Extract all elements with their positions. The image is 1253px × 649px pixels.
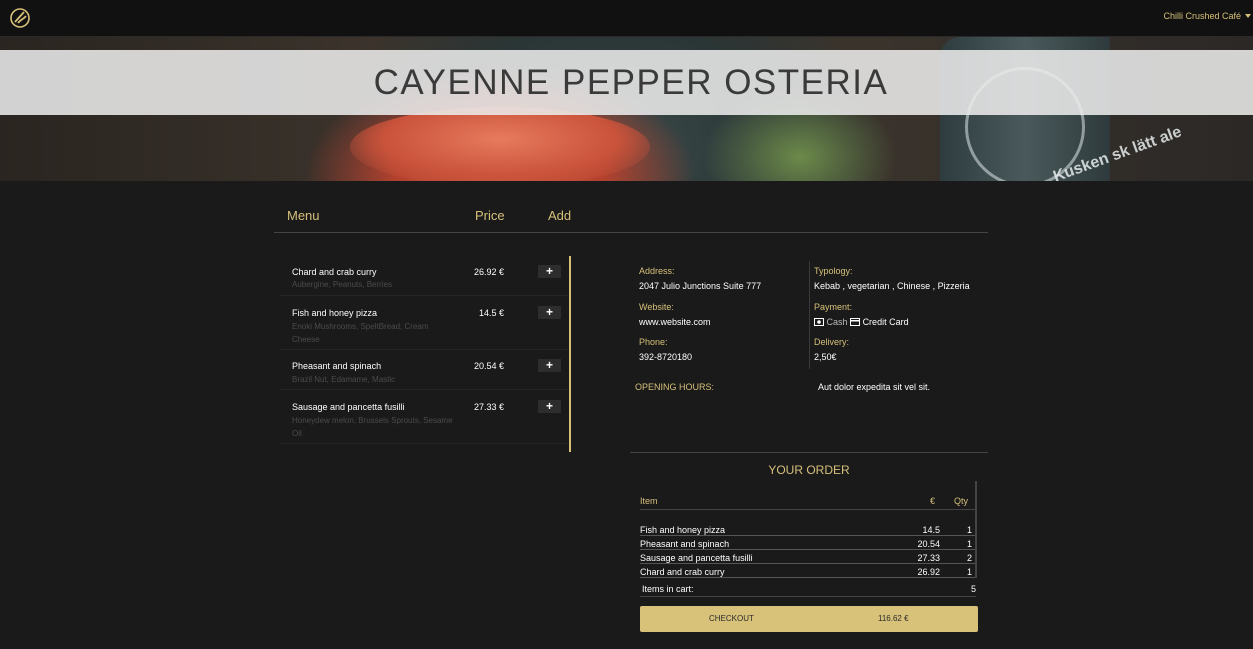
address-value: 2047 Julio Junctions Suite 777	[639, 281, 762, 291]
item-column-header: Item	[640, 496, 658, 506]
order-item-qty: 1	[966, 539, 972, 549]
menu-item: Sausage and pancetta fusilli Honeydew me…	[280, 390, 569, 444]
payment-methods: Cash Credit Card	[814, 317, 909, 327]
credit-card-icon	[850, 318, 861, 326]
user-menu-label: Chilli Crushed Café	[1163, 11, 1241, 21]
caret-down-icon	[1245, 14, 1251, 18]
payment-block: Payment: Cash Credit Card	[814, 302, 909, 327]
restaurant-title: CAYENNE PEPPER OSTERIA	[373, 62, 889, 102]
delivery-label: Delivery:	[814, 337, 850, 347]
order-item-name: Sausage and pancetta fusilli	[640, 553, 753, 563]
typology-label: Typology:	[814, 266, 853, 276]
menu-item-ingredients: Enoki Mushrooms, SpeltBread, Cream Chees…	[292, 322, 429, 344]
menu-item-ingredients: Honeydew melon, Brussels Sprouts, Sesame…	[292, 416, 453, 438]
order-row: Fish and honey pizza 14.5 1	[640, 522, 976, 536]
checkout-button[interactable]: CHECKOUT 116.62 €	[640, 606, 978, 632]
payment-label: Payment:	[814, 302, 853, 312]
menu-item-price: 26.92 €	[473, 267, 504, 277]
delivery-value: 2,50€	[814, 352, 837, 362]
menu-item: Fish and honey pizza Enoki Mushrooms, Sp…	[280, 296, 569, 350]
order-item-price: 14.5	[922, 525, 940, 535]
phone-block: Phone: 392-8720180	[639, 337, 692, 362]
items-in-cart-label: Items in cart:	[642, 584, 694, 594]
typology-block: Typology: Kebab , vegetarian , Chinese ,…	[814, 266, 970, 291]
price-column-header: Price	[475, 208, 505, 223]
website-label: Website:	[639, 302, 674, 312]
order-row: Pheasant and spinach 20.54 1	[640, 536, 976, 550]
payment-cash: Cash	[826, 317, 848, 327]
address-label: Address:	[639, 266, 675, 276]
plus-icon: +	[545, 358, 553, 372]
order-item-name: Pheasant and spinach	[640, 539, 730, 549]
items-in-cart-count: 5	[970, 584, 976, 594]
delivery-block: Delivery: 2,50€	[814, 337, 849, 362]
logo-icon[interactable]	[9, 7, 31, 29]
add-to-order-button[interactable]: +	[538, 265, 561, 278]
plus-icon: +	[545, 399, 553, 413]
order-row: Sausage and pancetta fusilli 27.33 2	[640, 550, 976, 564]
menu-item-name: Pheasant and spinach	[292, 361, 382, 371]
hero-food-decoration	[350, 107, 650, 181]
order-table-header: Item € Qty	[640, 493, 976, 510]
website-block: Website: www.website.com	[639, 302, 711, 327]
plus-icon: +	[545, 305, 553, 319]
order-item-price: 20.54	[917, 539, 940, 549]
qty-column-header: Qty	[953, 496, 968, 506]
menu-item-price: 20.54 €	[473, 361, 504, 371]
order-item-name: Fish and honey pizza	[640, 525, 726, 535]
menu-item-price: 27.33 €	[473, 402, 504, 412]
phone-value: 392-8720180	[639, 352, 693, 362]
checkout-label: CHECKOUT	[709, 614, 754, 623]
order-title: YOUR ORDER	[768, 463, 850, 477]
top-navbar: Chilli Crushed Café	[0, 0, 1253, 37]
menu-item: Pheasant and spinach Brazil Nut, Edamame…	[280, 350, 569, 390]
menu-header: Menu Price Add	[274, 200, 988, 233]
menu-item-ingredients: Brazil Nut, Edamame, Mastic	[292, 375, 396, 384]
user-menu-dropdown[interactable]: Chilli Crushed Café	[1163, 11, 1251, 21]
order-item-price: 26.92	[917, 567, 940, 577]
menu-item-name: Fish and honey pizza	[292, 308, 378, 318]
order-item-name: Chard and crab curry	[640, 567, 725, 577]
typology-value: Kebab , vegetarian , Chinese , Pizzeria	[814, 281, 970, 291]
eur-column-header: €	[929, 496, 935, 506]
add-column-header: Add	[548, 208, 572, 223]
payment-card: Credit Card	[862, 317, 909, 327]
opening-hours-label: OPENING HOURS:	[635, 382, 715, 392]
order-table: Item € Qty Fish and honey pizza 14.5 1 P…	[640, 493, 976, 578]
add-to-order-button[interactable]: +	[538, 359, 561, 372]
add-to-order-button[interactable]: +	[538, 306, 561, 319]
add-to-order-button[interactable]: +	[538, 400, 561, 413]
address-block: Address: 2047 Julio Junctions Suite 777	[639, 266, 761, 291]
menu-item-name: Chard and crab curry	[292, 267, 377, 277]
plus-icon: +	[545, 264, 553, 278]
menu-item-ingredients: Aubergine, Peanuts, Berries	[292, 280, 393, 289]
menu-list: Chard and crab curry Aubergine, Peanuts,…	[280, 256, 571, 452]
order-item-qty: 1	[966, 567, 972, 577]
phone-label: Phone:	[639, 337, 668, 347]
menu-item: Chard and crab curry Aubergine, Peanuts,…	[280, 256, 569, 296]
menu-item-name: Sausage and pancetta fusilli	[292, 402, 405, 412]
order-panel: YOUR ORDER Item € Qty Fish and honey piz…	[630, 452, 988, 598]
order-item-price: 27.33	[917, 553, 940, 563]
order-row: Chard and crab curry 26.92 1	[640, 564, 976, 578]
info-divider	[809, 261, 810, 369]
order-item-qty: 2	[966, 553, 972, 563]
opening-hours-value: Aut dolor expedita sit vel sit.	[818, 382, 931, 392]
cash-icon	[814, 318, 824, 326]
menu-column-header: Menu	[287, 208, 320, 223]
website-link[interactable]: www.website.com	[639, 317, 711, 327]
menu-item-price: 14.5 €	[478, 308, 504, 318]
items-in-cart-line: Items in cart: 5	[640, 582, 976, 597]
checkout-total: 116.62 €	[878, 614, 909, 623]
order-item-qty: 1	[966, 525, 972, 535]
order-scrollbar[interactable]	[975, 481, 977, 578]
